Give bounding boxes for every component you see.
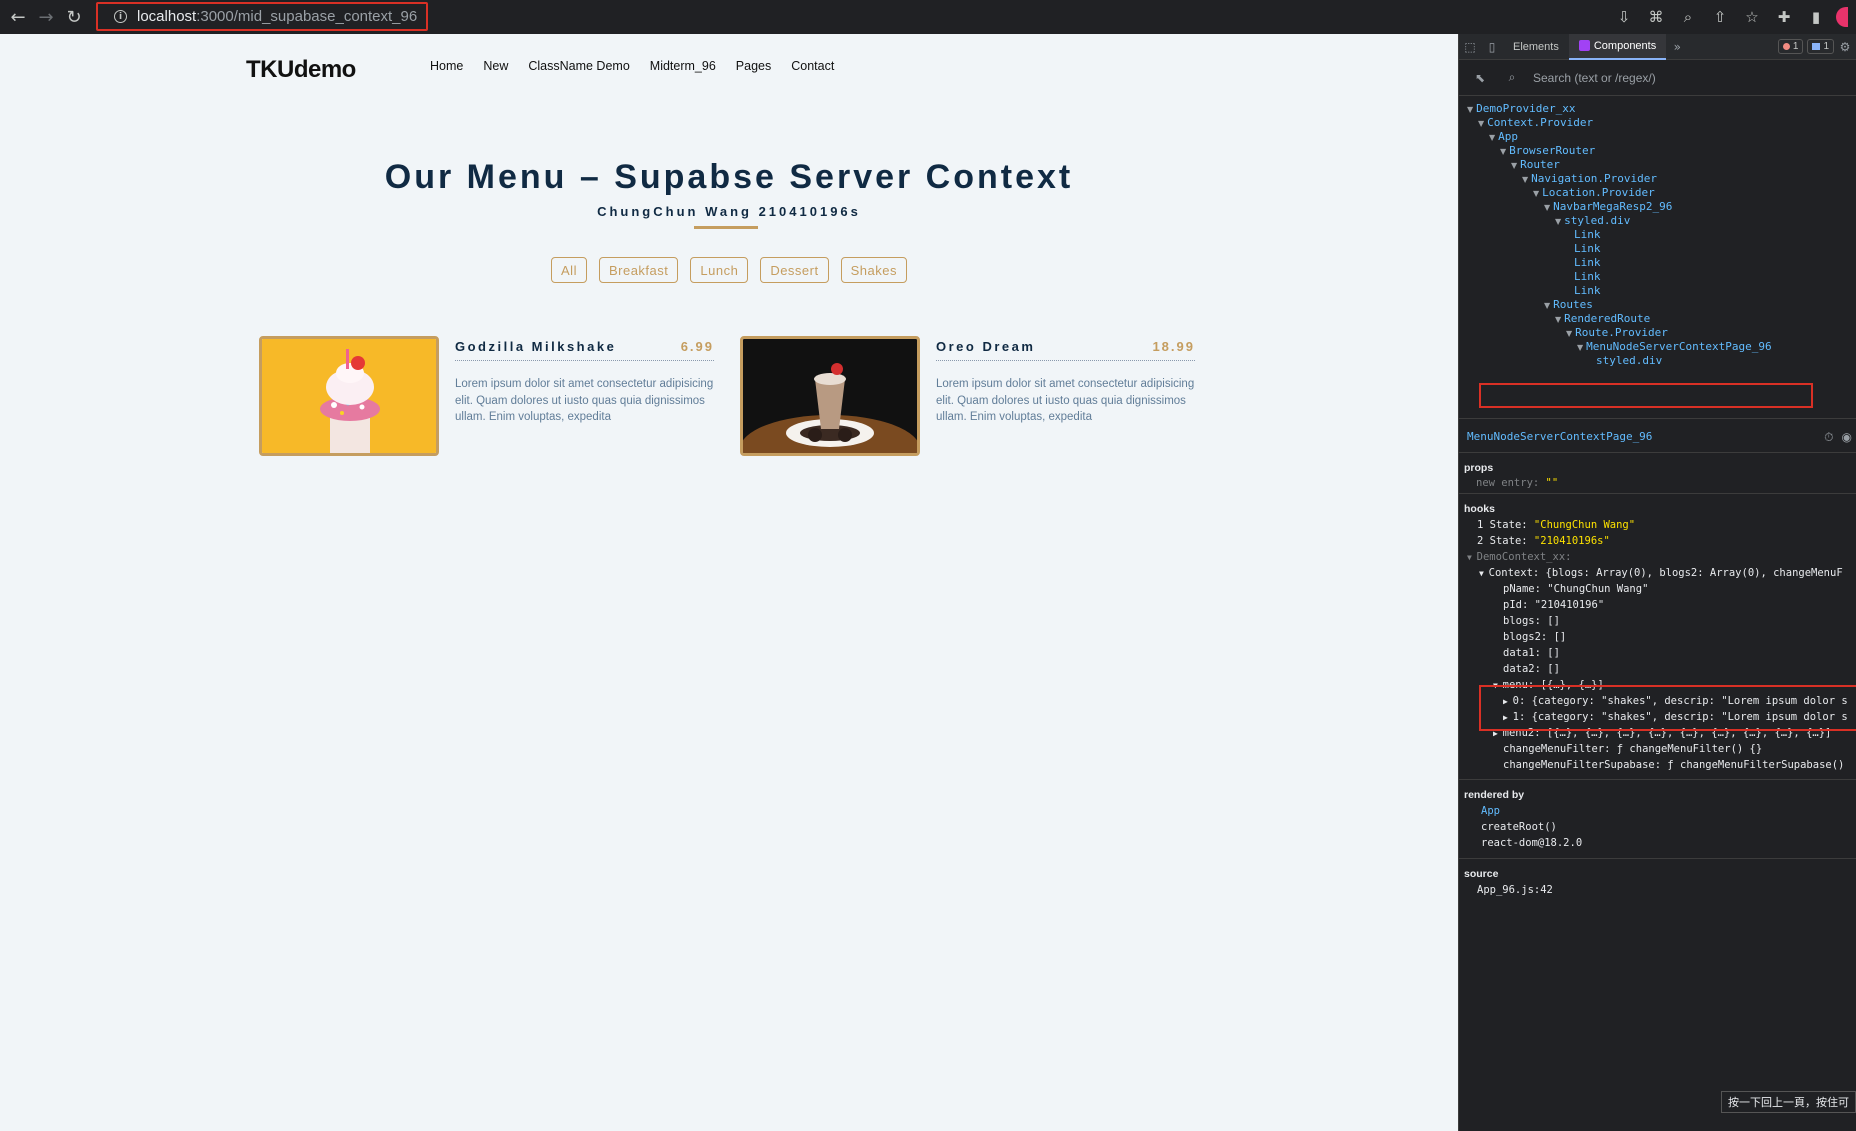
back-button-tooltip: 按一下回上一頁，按住可 (1721, 1091, 1856, 1113)
site-info-icon[interactable]: i (114, 10, 127, 23)
page-viewport: TKUdemo Home New ClassName Demo Midterm_… (0, 34, 1458, 1131)
error-icon (1782, 43, 1790, 50)
tab-elements[interactable]: Elements (1503, 34, 1569, 60)
message-count-badge[interactable]: 1 (1807, 39, 1834, 54)
context-row[interactable]: data2: [] (1503, 663, 1560, 675)
context-row[interactable]: ▼ DemoContext_xx: (1467, 551, 1571, 563)
filter-dessert-button[interactable]: Dessert (760, 257, 829, 283)
address-bar[interactable]: i localhost:3000/mid_supabase_context_96 (96, 2, 428, 31)
back-arrow-icon[interactable]: ← (4, 3, 32, 31)
item-price: 6.99 (680, 339, 714, 354)
menu-highlight (1479, 685, 1856, 731)
selection-highlight (1479, 383, 1813, 408)
source-label: source (1464, 868, 1499, 880)
rendered-by-label: rendered by (1464, 789, 1525, 801)
divider (1459, 418, 1856, 419)
bookmark-star-icon[interactable]: ☆ (1740, 5, 1764, 29)
item-photo (259, 336, 439, 456)
item-price: 18.99 (1152, 339, 1195, 354)
divider (1459, 779, 1856, 780)
item-description: Lorem ipsum dolor sit amet consectetur a… (455, 378, 714, 423)
more-tabs-icon[interactable]: » (1666, 36, 1688, 58)
stopwatch-icon[interactable]: ⏱ (1824, 430, 1833, 445)
top-nav: Home New ClassName Demo Midterm_96 Pages… (430, 59, 834, 73)
forward-arrow-icon[interactable]: → (32, 3, 60, 31)
tree-node[interactable]: styled.div (1596, 354, 1662, 370)
rendered-by-app-link[interactable]: App (1481, 805, 1500, 817)
page-title: Our Menu – Supabse Server Context (384, 158, 1074, 196)
divider (1459, 858, 1856, 859)
title-underline (694, 226, 758, 229)
search-input[interactable]: Search (text or /regex/) (1533, 71, 1656, 85)
context-row[interactable]: pName: "ChungChun Wang" (1503, 583, 1648, 595)
message-icon (1812, 43, 1821, 50)
nav-pages[interactable]: Pages (736, 59, 771, 73)
browser-toolbar: ← → ↻ i localhost:3000/mid_supabase_cont… (0, 0, 1856, 34)
brand-logo[interactable]: TKUdemo (246, 56, 356, 84)
install-icon[interactable]: ⇩ (1612, 5, 1636, 29)
select-element-icon[interactable]: ⬉ (1469, 67, 1491, 89)
hooks-label: hooks (1464, 503, 1495, 515)
inspect-cursor-icon[interactable]: ⬚ (1459, 36, 1481, 58)
rendered-by-item: createRoot() (1481, 821, 1557, 833)
extensions-icon[interactable]: ✚ (1772, 5, 1796, 29)
divider (1459, 493, 1856, 494)
nav-midterm[interactable]: Midterm_96 (650, 59, 716, 73)
profile-avatar[interactable] (1836, 7, 1848, 27)
new-entry-line[interactable]: new entry: "" (1476, 477, 1558, 489)
nav-new[interactable]: New (483, 59, 508, 73)
context-row[interactable]: changeMenuFilter: ƒ changeMenuFilter() {… (1503, 743, 1762, 755)
error-count: 1 (1792, 41, 1799, 52)
side-panel-icon[interactable]: ▮ (1804, 5, 1828, 29)
context-row[interactable]: changeMenuFilterSupabase: ƒ changeMenuFi… (1503, 759, 1844, 771)
filter-lunch-button[interactable]: Lunch (690, 257, 749, 283)
context-row[interactable]: data1: [] (1503, 647, 1560, 659)
nav-home[interactable]: Home (430, 59, 463, 73)
filter-breakfast-button[interactable]: Breakfast (598, 257, 679, 283)
source-link[interactable]: App_96.js:42 (1477, 884, 1553, 896)
context-row[interactable]: ▼ Context: {blogs: Array(0), blogs2: Arr… (1479, 567, 1843, 579)
search-icon: ⌕ (1508, 70, 1516, 84)
message-count: 1 (1823, 41, 1829, 52)
component-search: ⬉ ⌕ Search (text or /regex/) (1459, 60, 1856, 96)
selected-component-name: MenuNodeServerContextPage_96 (1467, 430, 1653, 443)
hook-row[interactable]: 2 State: "210410196s" (1477, 535, 1610, 547)
translate-icon[interactable]: ⌘ (1644, 5, 1668, 29)
eye-icon[interactable]: ◉ (1842, 430, 1852, 445)
page-subtitle: ChungChun Wang 210410196s (597, 204, 861, 219)
menu-item: Godzilla Milkshake 6.99 Lorem ipsum dolo… (259, 336, 714, 456)
nav-classname-demo[interactable]: ClassName Demo (528, 59, 629, 73)
category-filters: All Breakfast Lunch Dessert Shakes (0, 257, 1458, 283)
props-label: props (1464, 462, 1494, 474)
share-icon[interactable]: ⇧ (1708, 5, 1732, 29)
context-row[interactable]: blogs2: [] (1503, 631, 1566, 643)
reload-icon[interactable]: ↻ (60, 3, 88, 31)
context-row[interactable]: pId: "210410196" (1503, 599, 1604, 611)
component-tree: ▼ DemoProvider_xx ▼ Context.Provider ▼ App … (1459, 96, 1856, 406)
rendered-by-item: react-dom@18.2.0 (1481, 837, 1583, 849)
url-host: localhost (137, 8, 197, 25)
react-components-icon (1578, 40, 1590, 51)
tab-components[interactable]: Components (1568, 33, 1667, 60)
item-description: Lorem ipsum dolor sit amet consectetur a… (936, 378, 1195, 423)
settings-gear-icon[interactable]: ⚙ (1834, 36, 1856, 58)
menu-items: Godzilla Milkshake 6.99 Lorem ipsum dolo… (259, 336, 1195, 456)
url-path: :3000/mid_supabase_context_96 (196, 8, 418, 25)
nav-contact[interactable]: Contact (791, 59, 834, 73)
filter-all-button[interactable]: All (551, 257, 587, 283)
hook-row[interactable]: 1 State: "ChungChun Wang" (1477, 519, 1635, 531)
zoom-icon[interactable]: ⌕ (1676, 5, 1700, 29)
item-name: Oreo Dream (936, 339, 1036, 354)
device-toggle-icon[interactable]: ▯ (1481, 36, 1503, 58)
filter-shakes-button[interactable]: Shakes (840, 257, 907, 283)
devtools-tabbar: ⬚ ▯ Elements Components » 1 1 ⚙ (1459, 33, 1856, 60)
item-photo (740, 336, 920, 456)
item-name: Godzilla Milkshake (455, 339, 617, 354)
menu-item: Oreo Dream 18.99 Lorem ipsum dolor sit a… (740, 336, 1195, 456)
context-row[interactable]: blogs: [] (1503, 615, 1560, 627)
tab-components-label: Components (1593, 39, 1657, 52)
error-count-badge[interactable]: 1 (1777, 39, 1804, 54)
devtools-panel: ⬚ ▯ Elements Components » 1 1 ⚙ ⬉ ⌕ Sear… (1458, 33, 1856, 1131)
divider (1459, 452, 1856, 453)
